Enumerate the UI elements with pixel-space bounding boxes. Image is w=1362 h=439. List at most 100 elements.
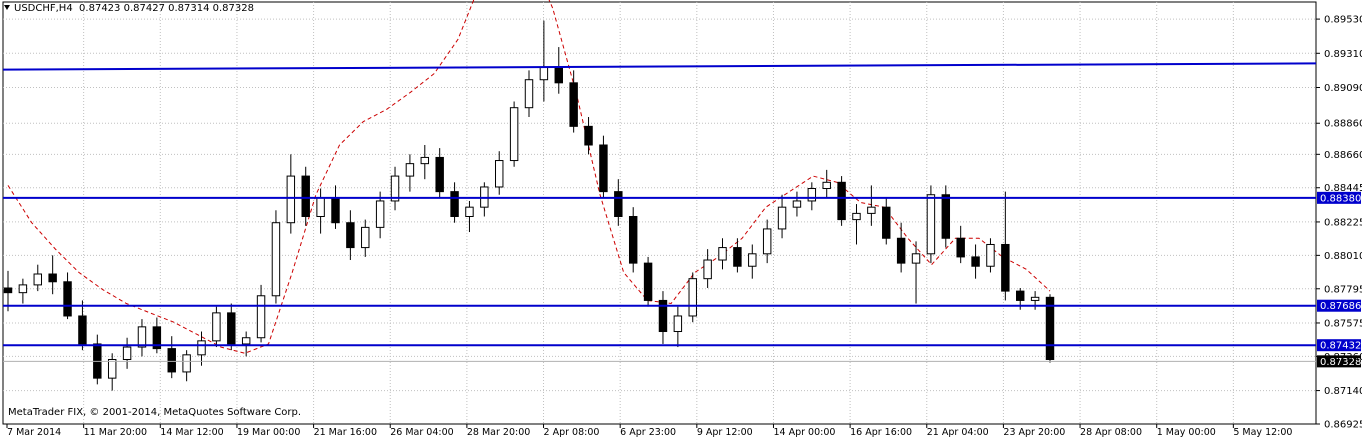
dropdown-arrow-icon[interactable] — [4, 5, 10, 10]
chart-window[interactable]: 0.88380 0.87686 0.87432 0.87328 0.89530 0.89… — [0, 0, 1362, 439]
candle — [554, 47, 563, 94]
bear-candle-body — [837, 181, 846, 221]
candle — [346, 210, 355, 261]
trendline[interactable] — [2, 62, 1317, 71]
bull-candle-body — [420, 156, 430, 165]
bear-candle-body — [227, 312, 236, 345]
time-tick-label: 14 Apr 00:00 — [773, 427, 835, 438]
bull-candle-body — [852, 212, 861, 221]
candle — [405, 154, 415, 192]
candle — [167, 336, 176, 379]
candle — [48, 255, 57, 295]
bull-candle-body — [539, 66, 549, 81]
candle — [256, 284, 266, 343]
candle — [524, 70, 534, 118]
candle — [1045, 294, 1055, 363]
candle — [286, 154, 296, 234]
time-tick-label: 5 May 12:00 — [1233, 427, 1292, 438]
bull-candle-body — [911, 253, 921, 264]
price-axis: 0.89530 0.89310 0.89090 0.88860 0.88660 0.884… — [1316, 15, 1362, 431]
price-tick-label: 0.87795 — [1324, 284, 1362, 295]
bull-candle-body — [286, 175, 296, 224]
price-tick-label: 0.88860 — [1324, 119, 1362, 130]
candle — [271, 210, 281, 304]
price-tick-label: 0.88010 — [1324, 251, 1362, 262]
bull-candle-body — [33, 273, 42, 286]
price-chart[interactable]: 0.883800.876860.874320.87328 0.895300.89… — [0, 0, 1362, 439]
time-tick-label: 26 Mar 04:00 — [390, 427, 453, 438]
candle — [688, 272, 697, 323]
candle — [361, 219, 370, 257]
bull-candle-body — [137, 326, 147, 348]
candle — [1001, 191, 1010, 301]
bull-candle-body — [465, 206, 474, 217]
bull-candle-body — [822, 181, 831, 190]
price-tick-label: 0.88660 — [1324, 150, 1362, 161]
bull-candle-body — [241, 337, 251, 345]
bull-candle-body — [524, 79, 534, 109]
bull-candle-body — [509, 107, 519, 162]
bear-candle-body — [554, 66, 563, 84]
candle — [33, 264, 42, 292]
candle — [762, 219, 772, 264]
candle — [882, 197, 891, 245]
time-tick-label: 19 Mar 00:00 — [237, 427, 300, 438]
candle — [733, 238, 742, 273]
price-tick-label: 0.86925 — [1324, 420, 1362, 431]
candle — [78, 300, 87, 351]
bear-candle-body — [569, 82, 578, 127]
bear-candle-body — [628, 215, 638, 264]
horizontal-levels[interactable]: 0.883800.876860.874320.87328 — [2, 62, 1361, 368]
candle — [539, 20, 549, 102]
symbol-label: USDCHF,H4 — [14, 3, 73, 14]
candle — [807, 182, 817, 211]
bull-candle-body — [762, 228, 772, 255]
price-tick-label: 0.87575 — [1324, 318, 1362, 329]
candle — [390, 166, 400, 211]
candle — [658, 291, 668, 344]
candle — [480, 182, 489, 217]
time-axis: 7 Mar 2014 11 Mar 20:00 14 Mar 12:00 19 Mar… — [6, 424, 1292, 438]
candle — [896, 222, 906, 273]
bull-candle-body — [926, 194, 936, 255]
candle — [956, 225, 965, 264]
candle — [643, 256, 653, 307]
bear-candle-body — [435, 156, 444, 193]
bear-candle-body — [896, 237, 906, 264]
candle — [569, 70, 578, 133]
candle — [584, 117, 593, 155]
price-tick-label: 0.87140 — [1324, 386, 1362, 397]
bull-candle-body — [316, 197, 325, 217]
candle — [628, 207, 638, 273]
bull-candle-body — [107, 358, 117, 379]
bear-candle-body — [614, 191, 623, 217]
bull-candle-body — [256, 295, 266, 339]
time-tick-label: 16 Apr 16:00 — [850, 427, 912, 438]
time-tick-label: 14 Mar 12:00 — [160, 427, 223, 438]
bear-candle-body — [971, 256, 980, 267]
time-tick-label: 23 Apr 20:00 — [1003, 427, 1065, 438]
bull-candle-body — [703, 259, 712, 280]
bull-candle-body — [986, 243, 995, 267]
bear-candle-body — [1016, 290, 1025, 301]
candle — [420, 144, 430, 180]
level-price-label: 0.87686 — [1320, 301, 1361, 312]
bear-candle-body — [63, 281, 72, 317]
candle — [227, 303, 236, 351]
bear-candle-body — [733, 247, 742, 267]
bull-candle-body — [197, 340, 206, 356]
bear-candle-body — [584, 125, 593, 146]
price-tick-label: 0.89310 — [1324, 49, 1362, 60]
bull-candle-body — [792, 200, 802, 208]
time-tick-label: 1 May 00:00 — [1157, 427, 1216, 438]
bear-candle-body — [643, 262, 653, 301]
candle — [852, 204, 861, 245]
candle — [837, 176, 846, 226]
candle — [614, 179, 623, 226]
bear-candle-body — [346, 222, 355, 249]
candle — [599, 135, 608, 198]
candle — [316, 188, 325, 234]
bear-candle-body — [450, 191, 459, 217]
candle — [509, 101, 519, 167]
price-tick-label: 0.88225 — [1324, 217, 1362, 228]
